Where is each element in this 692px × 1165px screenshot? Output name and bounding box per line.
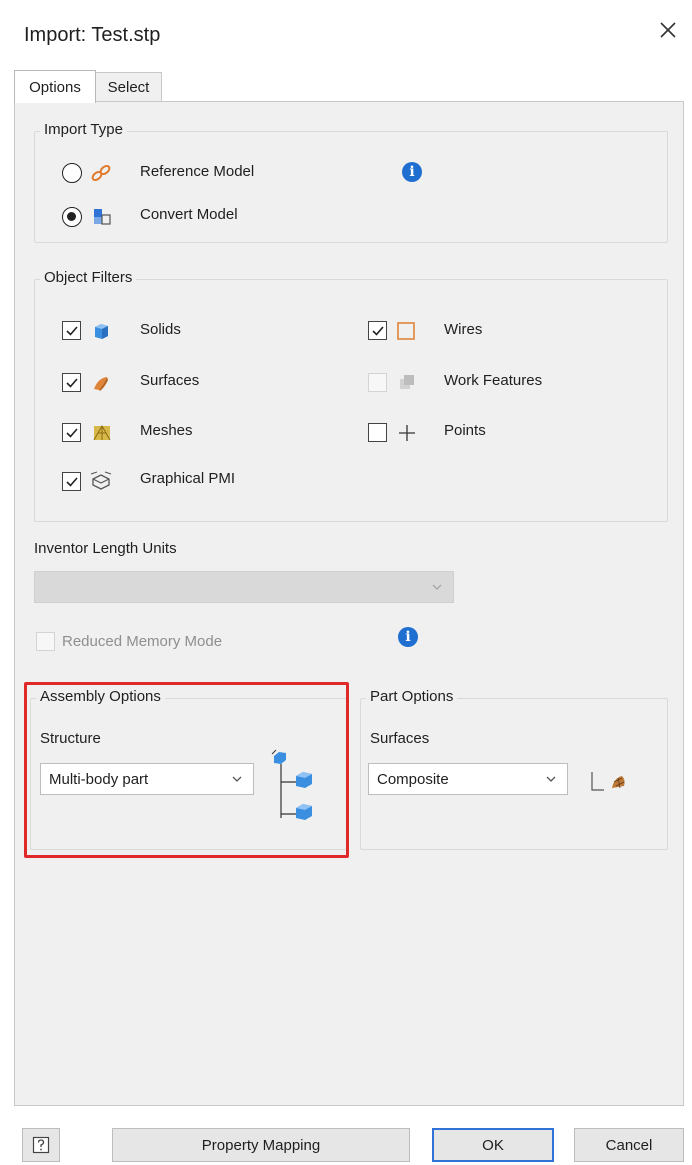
solids-label: Solids — [140, 321, 181, 338]
reduced-memory-label: Reduced Memory Mode — [62, 633, 223, 650]
pmi-icon — [90, 471, 112, 490]
close-icon — [660, 22, 676, 38]
info-icon[interactable]: i — [402, 162, 422, 182]
points-checkbox[interactable] — [368, 423, 387, 442]
solid-cube-icon — [95, 324, 108, 339]
object-filters-legend: Object Filters — [40, 269, 137, 286]
points-label: Points — [444, 422, 486, 439]
help-button[interactable] — [22, 1128, 60, 1162]
chain-link-icon — [91, 164, 111, 182]
cancel-button[interactable]: Cancel — [574, 1128, 684, 1162]
window-title: Import: Test.stp — [24, 24, 161, 46]
wires-label: Wires — [444, 321, 483, 338]
checkmark-icon — [65, 427, 78, 438]
checkmark-icon — [371, 325, 384, 336]
graphical-pmi-checkbox[interactable] — [62, 472, 81, 491]
radio-reference-model[interactable] — [62, 163, 82, 183]
chevron-down-icon — [432, 584, 442, 590]
ok-button[interactable]: OK — [432, 1128, 554, 1162]
info-icon[interactable]: i — [398, 627, 418, 647]
highlight-box — [24, 682, 349, 858]
work-features-label: Work Features — [444, 372, 543, 389]
chevron-down-icon — [546, 776, 556, 782]
radio-convert-model[interactable] — [62, 207, 82, 227]
part-options-legend: Part Options — [366, 688, 458, 705]
mesh-icon — [93, 424, 111, 441]
object-filters-group — [34, 279, 668, 522]
import-type-group — [34, 131, 668, 243]
solids-checkbox[interactable] — [62, 321, 81, 340]
import-type-legend: Import Type — [40, 121, 127, 138]
composite-surface-icon — [591, 772, 625, 791]
meshes-checkbox[interactable] — [62, 423, 81, 442]
graphical-pmi-label: Graphical PMI — [140, 470, 236, 487]
surfaces-checkbox[interactable] — [62, 373, 81, 392]
length-units-dropdown[interactable] — [34, 571, 454, 603]
surface-icon — [94, 377, 108, 391]
reduced-memory-checkbox[interactable] — [36, 632, 55, 651]
tab-select[interactable]: Select — [96, 72, 162, 102]
work-features-icon — [400, 375, 414, 389]
wire-rect-icon — [397, 322, 415, 340]
checkmark-icon — [65, 377, 78, 388]
checkmark-icon — [65, 476, 78, 487]
options-panel — [14, 101, 684, 1106]
close-button[interactable] — [654, 16, 682, 44]
surfaces-label: Surfaces — [370, 730, 430, 747]
tab-options[interactable]: Options — [14, 70, 96, 103]
reference-model-label: Reference Model — [140, 163, 255, 180]
meshes-label: Meshes — [140, 422, 193, 439]
convert-blocks-icon — [94, 209, 111, 225]
point-cross-icon — [399, 425, 415, 441]
convert-model-label: Convert Model — [140, 206, 238, 223]
wires-checkbox[interactable] — [368, 321, 387, 340]
property-mapping-button[interactable]: Property Mapping — [112, 1128, 410, 1162]
length-units-label: Inventor Length Units — [34, 540, 177, 557]
surfaces-value: Composite — [377, 770, 449, 788]
help-icon — [32, 1136, 50, 1154]
surfaces-filter-label: Surfaces — [140, 372, 200, 389]
work-features-checkbox[interactable] — [368, 373, 387, 392]
surfaces-dropdown[interactable]: Composite — [368, 763, 568, 795]
checkmark-icon — [65, 325, 78, 336]
